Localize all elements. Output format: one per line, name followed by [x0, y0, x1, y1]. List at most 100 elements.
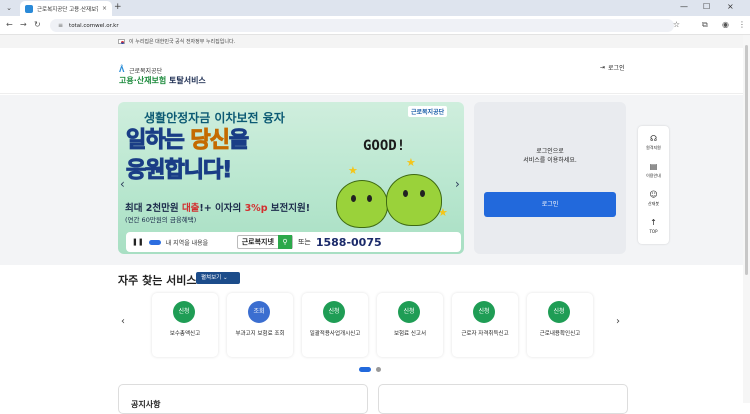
tab-close-icon[interactable]: ×: [102, 5, 107, 12]
mascot-character: [386, 174, 442, 226]
browser-tab[interactable]: 근로복지공단 고용·산재보험 토 ×: [20, 1, 112, 16]
service-label: 근로내용확인신고: [539, 331, 581, 337]
service-card[interactable]: 신청보험료 신고서: [377, 293, 443, 357]
banner-line4-b: 대출: [181, 203, 200, 214]
quick-remote-support-label: 원격지원: [646, 145, 661, 150]
services-pager-dot[interactable]: [376, 367, 381, 372]
address-bar-row: ← → ↻ ≡ total.comwel.or.kr ☆ ⧉ ◉ ⋮: [0, 16, 750, 35]
tab-search-icon[interactable]: ⌄: [4, 3, 14, 13]
banner-line4-e: 보전지원!: [267, 203, 311, 214]
arrow-up-icon: ↑: [650, 218, 657, 227]
slide-caption: 내 지역을 내용을: [165, 239, 209, 247]
services-expand-dropdown[interactable]: 펼쳐보기 ⌄: [196, 272, 240, 284]
promo-banner[interactable]: 근로복지공단 생활안정자금 이차보전 융자 일하는 당신을 응원합니다! 최대 …: [118, 102, 464, 254]
service-title-dark: 토탈서비스: [166, 76, 206, 85]
login-panel: 로그인으로 서비스를 이용하세요. 로그인: [474, 102, 626, 254]
site-header: ᐰ 근로복지공단 고용·산재보험 토탈서비스 ⇥ 로그인: [0, 48, 750, 94]
header-login-label: 로그인: [608, 65, 625, 72]
back-icon[interactable]: ←: [6, 20, 13, 29]
login-prompt: 로그인으로 서비스를 이용하세요.: [474, 147, 626, 165]
gov-notice-text: 이 누리집은 대한민국 공식 전자정부 누리집입니다.: [129, 39, 236, 45]
service-label: 근로자 자격취득신고: [461, 331, 509, 337]
menu-kebab-icon[interactable]: ⋮: [738, 20, 746, 29]
address-bar[interactable]: ≡ total.comwel.or.kr ☆: [50, 19, 680, 32]
minimize-button[interactable]: —: [680, 2, 688, 11]
banner-line4-a: 최대 2천만원: [125, 203, 182, 214]
quick-top-label: TOP: [649, 229, 658, 234]
star-icon: ★: [348, 164, 358, 177]
quick-usage-guide[interactable]: ▤ 이용안내: [638, 162, 669, 179]
service-card[interactable]: 조회 부과고지 보험료 조회: [227, 293, 293, 357]
header-login-link[interactable]: ⇥ 로그인: [600, 63, 625, 72]
guide-icon: ▤: [649, 162, 658, 171]
quick-top[interactable]: ↑ TOP: [638, 218, 669, 234]
service-badge: 신청: [548, 301, 570, 323]
forward-icon[interactable]: →: [20, 20, 27, 29]
extensions-icon[interactable]: ⧉: [702, 20, 708, 30]
site-info-icon[interactable]: ≡: [58, 22, 63, 29]
banner-search-box: 근로복지넷 ⚲: [236, 235, 293, 249]
banner-prev-arrow[interactable]: ‹: [120, 177, 125, 191]
banner-line5: (연간 60만원의 금융혜택): [125, 216, 197, 224]
service-label: 보험료 신고서: [393, 331, 427, 337]
service-badge: 신청: [323, 301, 345, 323]
services-title: 자주 찾는 서비스: [118, 274, 197, 287]
login-arrow-icon: ⇥: [600, 64, 606, 71]
service-badge: 신청: [173, 301, 195, 323]
banner-line2-a: 일하는: [125, 128, 191, 154]
banner-next-arrow[interactable]: ›: [455, 177, 460, 191]
scrollbar-thumb[interactable]: [745, 45, 748, 275]
service-badge: 조회: [248, 301, 270, 323]
services-pager-active[interactable]: [359, 367, 371, 372]
page-scrollbar[interactable]: [743, 35, 750, 403]
site-favicon-icon: [25, 4, 33, 13]
service-badge: 신청: [473, 301, 495, 323]
banner-line4-c: !+ 이자의: [199, 203, 245, 214]
banner-line4: 최대 2천만원 대출!+ 이자의 3%p 보전지원!: [125, 200, 310, 214]
service-title[interactable]: 고용·산재보험 토탈서비스: [119, 75, 206, 86]
close-window-button[interactable]: ×: [727, 2, 734, 11]
org-name: 근로복지공단: [129, 68, 163, 75]
browser-tab-strip: ⌄ 근로복지공단 고용·산재보험 토 × + — ☐ ×: [0, 0, 750, 16]
service-card[interactable]: 신청 보수총액신고: [152, 293, 218, 357]
comwel-logo-icon: ᐰ: [119, 66, 125, 74]
quick-chatbot[interactable]: ☺ 산재봇: [638, 190, 669, 207]
quick-remote-support[interactable]: ☊ 원격지원: [638, 134, 669, 151]
banner-line4-d: 3%p: [244, 203, 268, 214]
reload-icon[interactable]: ↻: [34, 20, 41, 29]
banner-line2-b: 당신: [190, 128, 231, 154]
service-card[interactable]: 신청근로자 자격취득신고: [452, 293, 518, 357]
service-title-green: 고용·산재보험: [119, 76, 167, 85]
star-icon: ★: [406, 156, 416, 169]
robot-icon: ☺: [649, 190, 658, 199]
headset-icon: ☊: [649, 134, 658, 143]
slide-indicator[interactable]: [148, 239, 161, 245]
profile-icon[interactable]: ◉: [722, 20, 729, 29]
service-badge: 신청: [398, 301, 420, 323]
search-icon: ⚲: [277, 235, 292, 249]
login-button[interactable]: 로그인: [484, 192, 616, 217]
quick-usage-guide-label: 이용안내: [646, 173, 661, 178]
login-prompt-line2: 서비스를 이용하세요.: [523, 157, 577, 164]
service-label: 일괄적용사업개시신고: [309, 331, 361, 337]
banner-line2-c: 을: [228, 128, 249, 154]
url-text[interactable]: total.comwel.or.kr: [69, 23, 119, 29]
banner-line3: 응원합니다!: [125, 158, 232, 184]
service-card[interactable]: 신청일괄적용사업개시신고: [302, 293, 368, 357]
service-card[interactable]: 신청근로내용확인신고: [527, 293, 593, 357]
org-logo[interactable]: ᐰ 근로복지공단: [119, 66, 163, 76]
mascot-character: [336, 180, 388, 228]
pause-icon[interactable]: ❚❚: [132, 238, 144, 246]
info-box: [378, 384, 628, 414]
new-tab-button[interactable]: +: [114, 2, 122, 12]
quick-chatbot-label: 산재봇: [647, 201, 660, 206]
korea-flag-icon: [118, 39, 125, 44]
banner-logo: 근로복지공단: [408, 106, 448, 117]
bookmark-star-icon[interactable]: ☆: [673, 20, 680, 29]
tab-title: 근로복지공단 고용·산재보험 토: [37, 6, 98, 13]
maximize-button[interactable]: ☐: [703, 2, 710, 11]
login-prompt-line1: 로그인으로: [536, 148, 564, 155]
banner-line1: 생활안정자금 이차보전 융자: [144, 111, 285, 125]
banner-control-bar: ❚❚ 내 지역을 내용을 근로복지넷 ⚲ 또는 1588-0075: [126, 232, 461, 252]
chevron-down-icon: ⌄: [223, 275, 228, 281]
